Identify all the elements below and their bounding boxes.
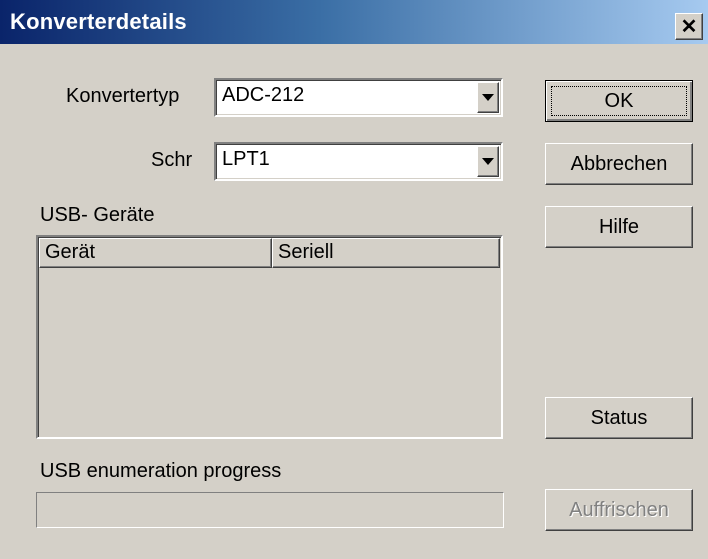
port-value: LPT1 <box>222 148 270 170</box>
converter-type-select[interactable]: ADC-212 <box>214 78 503 117</box>
usb-progress-label: USB enumeration progress <box>40 460 282 482</box>
column-header-device[interactable]: Gerät <box>39 238 272 268</box>
close-button[interactable]: ✕ <box>675 13 703 40</box>
cancel-button-label: Abbrechen <box>570 152 668 175</box>
status-button-label: Status <box>590 406 648 429</box>
port-dropdown-button[interactable] <box>477 146 499 177</box>
usb-devices-label: USB- Geräte <box>40 204 155 226</box>
converter-type-value: ADC-212 <box>222 84 305 106</box>
port-label: Schr <box>151 149 193 171</box>
ok-button[interactable]: OK <box>545 80 693 122</box>
usb-progress-bar <box>36 492 504 528</box>
converter-type-label: Konvertertyp <box>66 85 180 107</box>
column-header-serial[interactable]: Seriell <box>272 238 500 268</box>
refresh-button-label: Auffrischen <box>569 498 669 521</box>
chevron-down-icon <box>482 158 494 165</box>
status-button[interactable]: Status <box>545 397 693 439</box>
chevron-down-icon <box>482 94 494 101</box>
help-button[interactable]: Hilfe <box>545 206 693 248</box>
cancel-button[interactable]: Abbrechen <box>545 143 693 185</box>
port-select[interactable]: LPT1 <box>214 142 503 181</box>
close-icon: ✕ <box>680 15 698 38</box>
window-title: Konverterdetails <box>10 9 187 34</box>
title-bar: Konverterdetails ✕ <box>0 0 708 44</box>
converter-type-dropdown-button[interactable] <box>477 82 499 113</box>
focus-rectangle <box>551 86 687 116</box>
refresh-button: Auffrischen <box>545 489 693 531</box>
help-button-label: Hilfe <box>598 215 639 238</box>
usb-devices-list[interactable]: Gerät Seriell <box>36 235 503 439</box>
